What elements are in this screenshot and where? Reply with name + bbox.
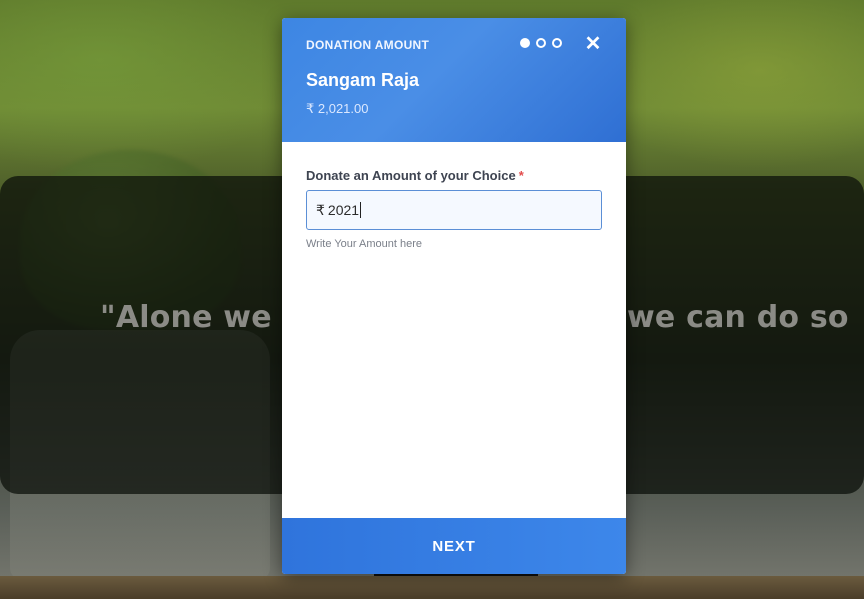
step-indicator: [520, 38, 562, 48]
step-dot-3: [552, 38, 562, 48]
donation-modal: DONATION AMOUNT ✕ Sangam Raja ₹ 2,021.00…: [282, 18, 626, 574]
text-caret: [360, 202, 362, 218]
recipient-name: Sangam Raja: [306, 70, 420, 90]
required-asterisk: *: [518, 168, 524, 183]
step-dot-1: [520, 38, 530, 48]
amount-input[interactable]: ₹ 2021: [306, 190, 602, 230]
amount-label-text: Donate an Amount of your Choice: [306, 168, 516, 183]
recipient-amount: ₹ 2,021.00: [306, 101, 369, 116]
quote-text-right: we can do so: [627, 300, 849, 335]
amount-field-label: Donate an Amount of your Choice *: [306, 168, 524, 183]
amount-help-text: Write Your Amount here: [306, 238, 422, 250]
next-button[interactable]: NEXT: [282, 518, 626, 574]
background-floor: [0, 576, 864, 599]
amount-input-value[interactable]: 2021: [328, 202, 359, 218]
step-dot-2: [536, 38, 546, 48]
rupee-icon: ₹: [316, 201, 325, 218]
modal-title: DONATION AMOUNT: [306, 38, 430, 52]
modal-header: DONATION AMOUNT ✕ Sangam Raja ₹ 2,021.00: [282, 18, 626, 142]
close-icon[interactable]: ✕: [584, 34, 602, 54]
